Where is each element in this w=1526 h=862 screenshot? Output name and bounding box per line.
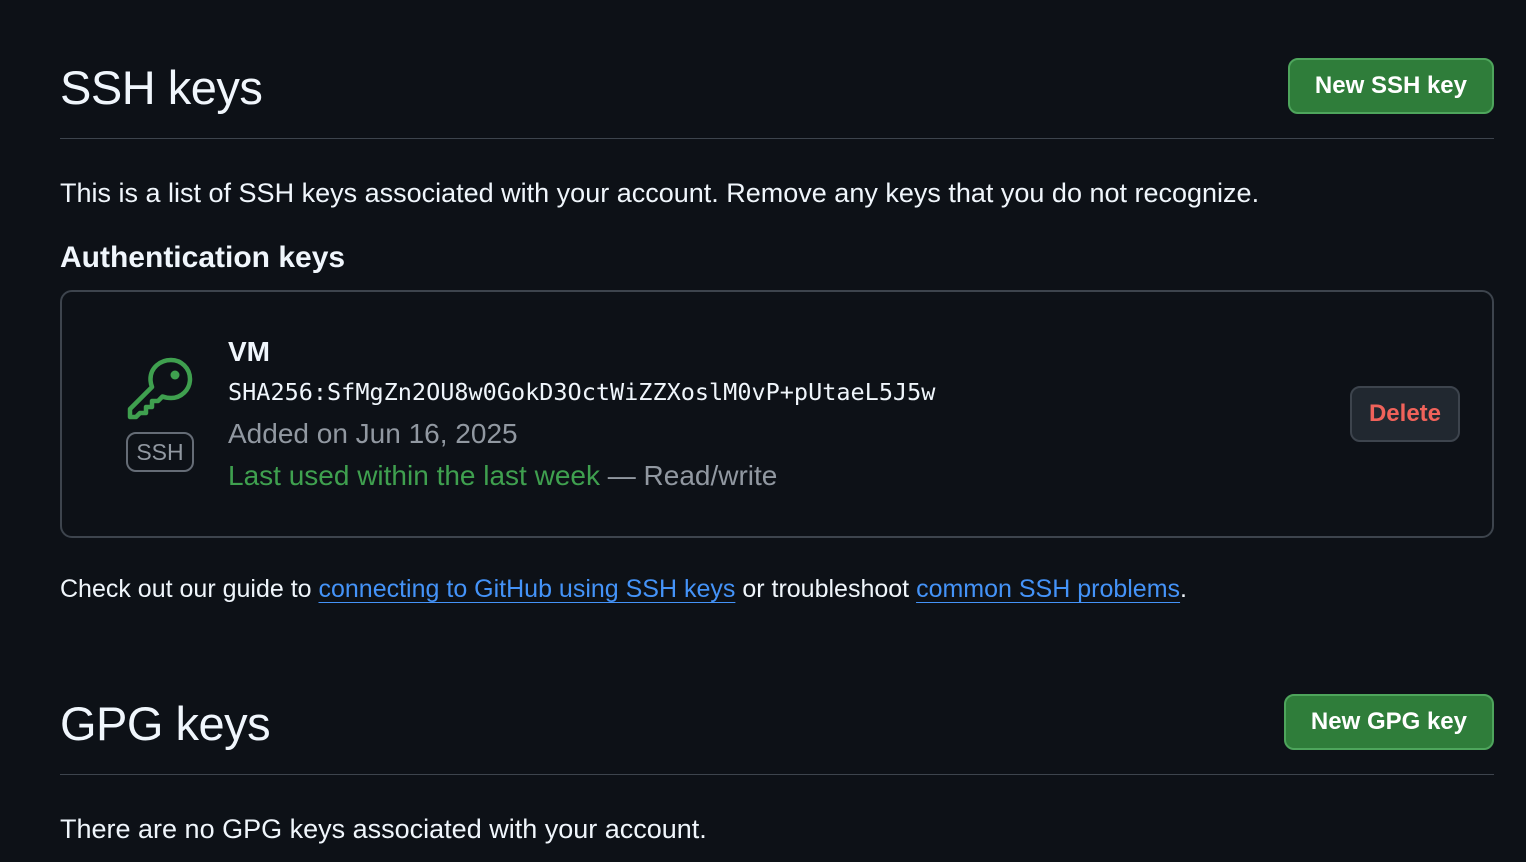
authentication-keys-heading: Authentication keys: [60, 241, 346, 274]
ssh-key-usage: Last used within the last week — Read/wr…: [228, 458, 935, 494]
ssh-keys-description: This is a list of SSH keys associated wi…: [60, 178, 1260, 208]
new-ssh-key-button[interactable]: New SSH key: [1287, 58, 1494, 114]
new-gpg-key-button[interactable]: New GPG key: [1283, 694, 1494, 750]
ssh-key-access: — Read/write: [599, 460, 778, 491]
guide-suffix: .: [1180, 575, 1187, 603]
key-icon: [127, 357, 193, 420]
ssh-troubleshoot-link[interactable]: common SSH problems: [916, 575, 1180, 603]
ssh-key-fingerprint: SHA256:SfMgZn2OU8w0GokD3OctWiZZXoslM0vP+…: [228, 378, 936, 406]
ssh-key-added-date: Added on Jun 16, 2025: [228, 418, 518, 449]
ssh-key-details: VM SHA256:SfMgZn2OU8w0GokD3OctWiZZXoslM0…: [228, 334, 935, 494]
gpg-empty-message: There are no GPG keys associated with yo…: [60, 814, 707, 844]
ssh-keys-header: SSH keys New SSH key: [60, 56, 1494, 139]
delete-ssh-key-button[interactable]: Delete: [1350, 386, 1460, 442]
ssh-key-last-used: Last used within the last week: [228, 460, 600, 491]
guide-prefix: Check out our guide to: [60, 575, 319, 603]
ssh-guide-link[interactable]: connecting to GitHub using SSH keys: [319, 575, 736, 603]
gpg-keys-header: GPG keys New GPG key: [60, 692, 1494, 775]
ssh-keys-title: SSH keys: [60, 61, 263, 114]
key-type-indicator: SSH: [126, 356, 194, 472]
guide-middle: or troubleshoot: [735, 575, 917, 603]
gpg-keys-title: GPG keys: [60, 697, 271, 750]
ssh-key-title: VM: [228, 336, 270, 367]
ssh-badge: SSH: [126, 432, 194, 472]
ssh-key-item: SSH VM SHA256:SfMgZn2OU8w0GokD3OctWiZZXo…: [60, 290, 1494, 538]
ssh-guide-text: Check out our guide to connecting to Git…: [60, 572, 1187, 606]
